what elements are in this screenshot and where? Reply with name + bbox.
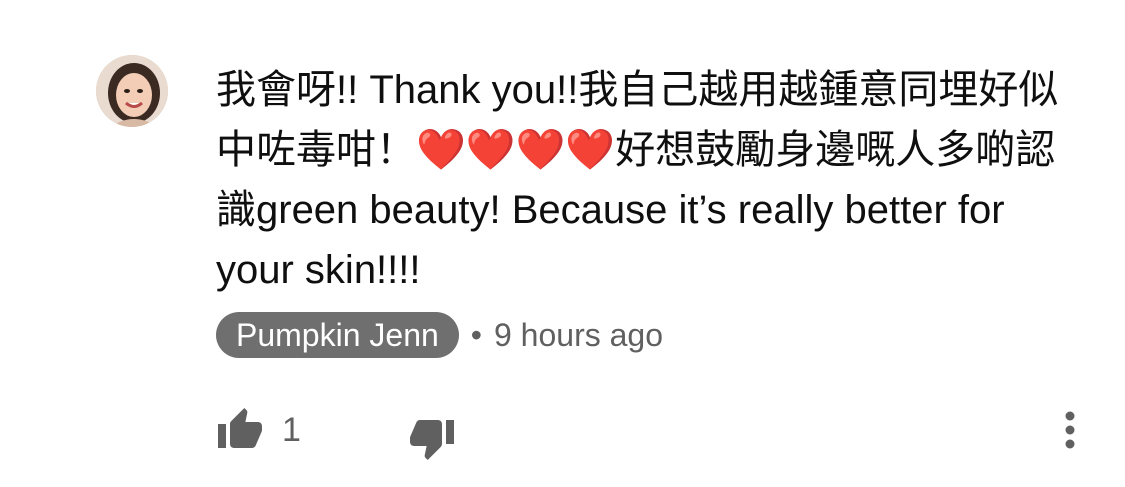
- comment-timestamp: 9 hours ago: [493, 316, 663, 353]
- thumbs-up-icon: [218, 408, 262, 448]
- author-name-badge[interactable]: Pumpkin Jenn: [216, 312, 459, 358]
- comment-actions: 1: [216, 400, 1086, 460]
- like-count: 1: [282, 411, 301, 449]
- more-options-button[interactable]: [1054, 406, 1086, 454]
- separator-dot: •: [470, 316, 482, 353]
- comment-meta: Pumpkin Jenn • 9 hours ago: [216, 312, 663, 358]
- dislike-button[interactable]: [408, 414, 456, 462]
- thumbs-down-icon: [410, 420, 454, 460]
- comment-text: 我會呀!! Thank you!!我自己越用越鍾意同埋好似中咗毒咁！❤️❤️❤️…: [216, 68, 1059, 292]
- like-button[interactable]: [216, 406, 264, 454]
- avatar[interactable]: [96, 55, 168, 127]
- more-vertical-icon: [1065, 411, 1075, 449]
